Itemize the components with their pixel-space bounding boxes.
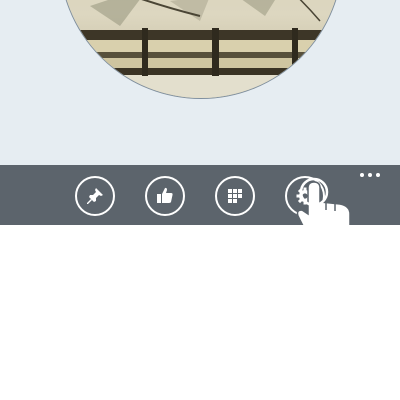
settings-button[interactable] <box>285 176 325 216</box>
header-area <box>0 0 400 165</box>
bamboo-image <box>60 0 342 98</box>
ellipsis-icon <box>360 173 364 177</box>
bamboo-photo <box>59 0 343 99</box>
thumbs-up-icon <box>157 187 173 203</box>
apps-grid-icon <box>228 189 242 203</box>
pin-icon <box>87 188 103 204</box>
apps-button[interactable] <box>215 176 255 216</box>
more-options-button[interactable] <box>360 173 380 183</box>
content-area <box>0 225 400 400</box>
pin-button[interactable] <box>75 176 115 216</box>
like-button[interactable] <box>145 176 185 216</box>
app-bar <box>0 165 400 225</box>
gear-icon <box>296 187 314 205</box>
